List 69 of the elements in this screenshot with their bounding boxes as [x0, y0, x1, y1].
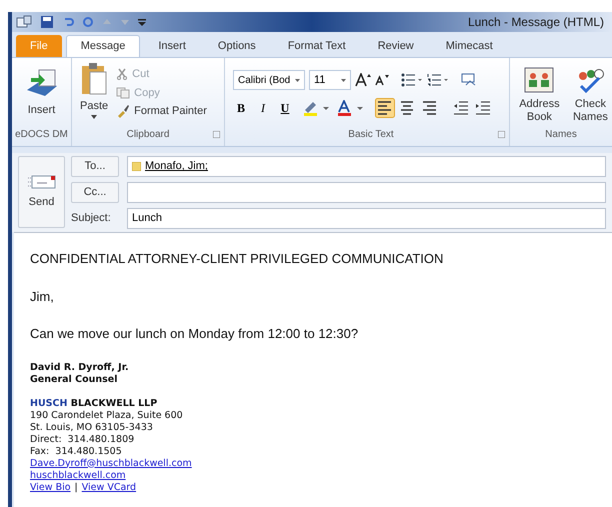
- separator: |: [74, 482, 78, 494]
- size-dropdown[interactable]: 11: [309, 70, 351, 90]
- dropdown-icon: [341, 78, 346, 82]
- insert-button[interactable]: Insert: [24, 66, 58, 118]
- signature-line: St. Louis, MO 63105-3433: [30, 422, 153, 434]
- dialog-launcher-icon[interactable]: [498, 131, 505, 138]
- increase-indent-icon[interactable]: [475, 101, 491, 115]
- signature-line: Direct: 314.480.1809: [30, 434, 134, 446]
- dialog-launcher-icon[interactable]: [213, 131, 220, 138]
- ribbon-tab[interactable]: Message: [66, 35, 140, 57]
- bullet-list-icon[interactable]: [401, 73, 423, 87]
- outlook-icon[interactable]: [16, 15, 32, 29]
- window-title: Lunch - Message (HTML): [468, 14, 605, 31]
- check-names-button[interactable]: Check Names: [568, 66, 612, 124]
- save-icon[interactable]: [40, 15, 54, 29]
- numbered-list-icon[interactable]: [427, 73, 449, 87]
- cc-field[interactable]: [127, 182, 606, 203]
- recipient-name[interactable]: Monafo, Jim;: [145, 158, 208, 175]
- message-text: Can we move our lunch on Monday from 12:00 to 12:30?: [30, 325, 360, 343]
- message-text: CONFIDENTIAL ATTORNEY-CLIENT PRIVILEGED COMMUNICATION: [30, 250, 444, 268]
- grow-font-icon[interactable]: [355, 73, 371, 87]
- email-link[interactable]: Dave.Dyroff@huschblackwell.com: [30, 458, 192, 470]
- ribbon-tab[interactable]: Insert: [144, 35, 200, 57]
- envelope-icon: [26, 174, 56, 190]
- ribbon-tab[interactable]: Mimecast: [432, 35, 507, 57]
- brush-icon: [116, 104, 130, 118]
- styles-icon[interactable]: [461, 73, 477, 87]
- message-text: Jim,: [30, 288, 55, 306]
- decrease-indent-icon[interactable]: [453, 101, 469, 115]
- to-button[interactable]: To...: [71, 156, 119, 177]
- address-book-icon: [524, 66, 554, 94]
- copy-icon: [116, 86, 130, 99]
- view-vcard-link[interactable]: View VCard: [82, 482, 136, 494]
- to-field[interactable]: Monafo, Jim;: [127, 156, 606, 177]
- contact-icon: [132, 162, 141, 171]
- view-bio-link[interactable]: View Bio: [30, 482, 71, 494]
- firm-name: HUSCH BLACKWELL LLP: [30, 398, 158, 410]
- subject-label: Subject:: [71, 211, 112, 226]
- ribbon-tab[interactable]: Review: [364, 35, 428, 57]
- group-label: eDOCS DM: [15, 128, 68, 142]
- font-dropdown[interactable]: Calibri (Bod: [233, 70, 305, 90]
- message-body[interactable]: [14, 232, 612, 507]
- highlight-icon[interactable]: [303, 100, 331, 116]
- dropdown-icon: [91, 114, 98, 118]
- group-label: Clipboard: [126, 128, 170, 142]
- signature-line: Fax: 314.480.1505: [30, 446, 122, 458]
- italic-button[interactable]: I: [255, 99, 271, 117]
- ribbon-tab[interactable]: Format Text: [274, 35, 360, 57]
- website-link[interactable]: huschblackwell.com: [30, 470, 126, 482]
- customize-icon[interactable]: [138, 17, 146, 27]
- bold-button[interactable]: B: [233, 99, 249, 117]
- scissors-icon: [116, 68, 128, 80]
- align-left-icon[interactable]: [375, 98, 395, 118]
- shrink-font-icon[interactable]: [375, 74, 389, 86]
- cc-button[interactable]: Cc...: [71, 182, 119, 203]
- signature-line: 190 Carondelet Plaza, Suite 600: [30, 410, 183, 422]
- dropdown-icon: [295, 78, 300, 82]
- font-color-icon[interactable]: [337, 100, 365, 116]
- group-label: Names: [545, 128, 577, 142]
- underline-button[interactable]: U: [277, 99, 293, 117]
- format-painter-button[interactable]: Format Painter: [116, 103, 207, 120]
- send-button[interactable]: Send: [18, 156, 65, 228]
- signature-title: General Counsel: [30, 374, 118, 386]
- address-book-button[interactable]: Address Book: [518, 66, 561, 124]
- signature-name: David R. Dyroff, Jr.: [30, 362, 130, 374]
- ribbon-tab[interactable]: Options: [204, 35, 270, 57]
- group-label: Basic Text: [348, 128, 394, 142]
- paste-button[interactable]: Paste: [72, 62, 116, 120]
- subject-field[interactable]: Lunch: [127, 208, 606, 229]
